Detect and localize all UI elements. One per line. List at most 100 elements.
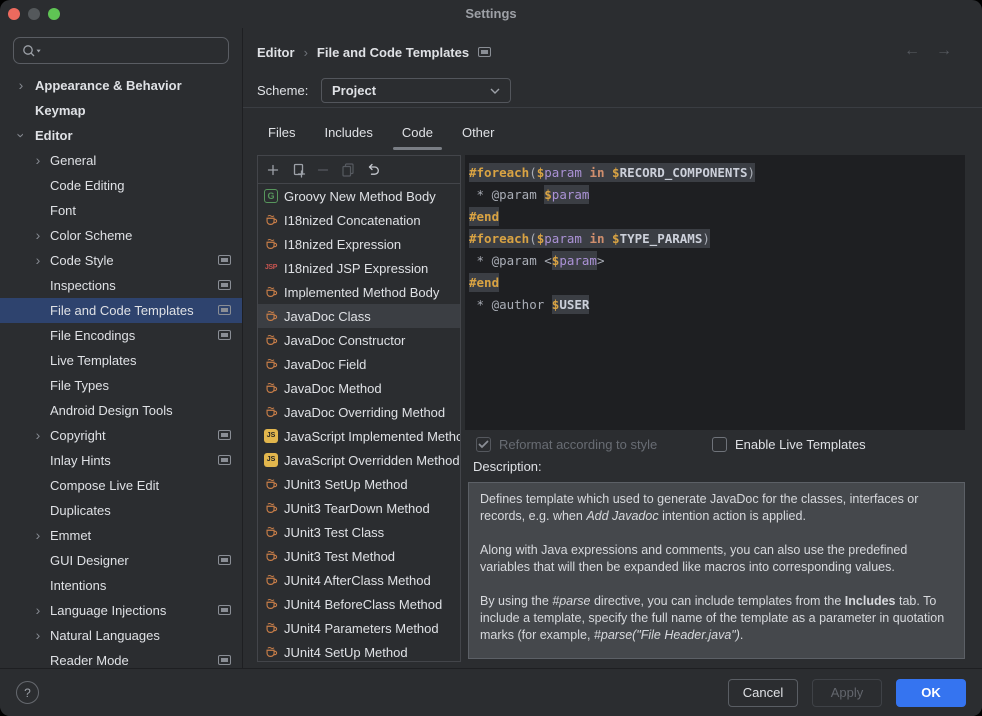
sidebar-item-duplicates[interactable]: Duplicates: [0, 498, 242, 523]
ok-button[interactable]: OK: [896, 679, 966, 707]
chevron-collapsed-icon[interactable]: ›: [31, 423, 45, 448]
sidebar-item-label: Inlay Hints: [50, 448, 111, 473]
template-item-junit4-setup-method[interactable]: JUnit4 SetUp Method: [258, 640, 460, 662]
template-item-junit4-afterclass-method[interactable]: JUnit4 AfterClass Method: [258, 568, 460, 592]
search-icon: [21, 43, 42, 59]
sidebar-item-label: Language Injections: [50, 598, 166, 623]
template-item-label: Implemented Method Body: [284, 285, 439, 300]
help-button[interactable]: ?: [16, 681, 39, 704]
template-item-groovy-new-method-body[interactable]: GGroovy New Method Body: [258, 184, 460, 208]
sidebar-item-file-and-code-templates[interactable]: File and Code Templates: [0, 298, 242, 323]
breadcrumb-editor[interactable]: Editor: [257, 45, 295, 60]
template-item-javascript-overridden-method[interactable]: JSJavaScript Overridden Method: [258, 448, 460, 472]
cancel-button[interactable]: Cancel: [728, 679, 798, 707]
screen-icon: [218, 305, 231, 315]
sidebar-item-file-types[interactable]: File Types: [0, 373, 242, 398]
live-templates-option: Enable Live Templates: [712, 437, 866, 452]
tab-files[interactable]: Files: [268, 114, 295, 152]
sidebar-item-copyright[interactable]: ›Copyright: [0, 423, 242, 448]
sidebar-item-code-style[interactable]: ›Code Style: [0, 248, 242, 273]
sidebar-item-natural-languages[interactable]: ›Natural Languages: [0, 623, 242, 648]
template-item-junit3-test-method[interactable]: JUnit3 Test Method: [258, 544, 460, 568]
sidebar-item-appearance-behavior[interactable]: ›Appearance & Behavior: [0, 73, 242, 98]
template-list-panel: GGroovy New Method Body I18nized Concaten…: [257, 155, 461, 662]
tab-other[interactable]: Other: [462, 114, 495, 152]
sidebar-item-file-encodings[interactable]: File Encodings: [0, 323, 242, 348]
back-arrow-icon[interactable]: ←: [904, 42, 920, 60]
template-item-javadoc-field[interactable]: JavaDoc Field: [258, 352, 460, 376]
sidebar-item-label: Font: [50, 198, 76, 223]
sidebar-item-inlay-hints[interactable]: Inlay Hints: [0, 448, 242, 473]
template-item-label: I18nized Concatenation: [284, 213, 421, 228]
sidebar-item-emmet[interactable]: ›Emmet: [0, 523, 242, 548]
sidebar-item-inspections[interactable]: Inspections: [0, 273, 242, 298]
live-templates-checkbox[interactable]: [712, 437, 727, 452]
chevron-collapsed-icon[interactable]: ›: [31, 148, 45, 173]
sidebar-item-keymap[interactable]: Keymap: [0, 98, 242, 123]
template-item-javascript-implemented-method[interactable]: JSJavaScript Implemented Method: [258, 424, 460, 448]
javascript-icon: JS: [264, 453, 278, 467]
sidebar-item-compose-live-edit[interactable]: Compose Live Edit: [0, 473, 242, 498]
javascript-icon: JS: [264, 429, 278, 443]
template-item-javadoc-method[interactable]: JavaDoc Method: [258, 376, 460, 400]
tab-includes[interactable]: Includes: [324, 114, 372, 152]
scheme-dropdown[interactable]: Project: [321, 78, 511, 103]
template-editor[interactable]: #foreach($param in $RECORD_COMPONENTS) *…: [465, 155, 965, 430]
java-class-icon: [264, 309, 278, 323]
screen-icon: [218, 555, 231, 565]
sidebar-item-editor[interactable]: ›Editor: [0, 123, 242, 148]
sidebar-item-gui-designer[interactable]: GUI Designer: [0, 548, 242, 573]
template-item-junit4-parameters-method[interactable]: JUnit4 Parameters Method: [258, 616, 460, 640]
code-line: #end: [469, 205, 965, 227]
copy-template-button: [340, 162, 356, 178]
java-class-icon: [264, 525, 278, 539]
template-item-i18nized-jsp-expression[interactable]: JSPI18nized JSP Expression: [258, 256, 460, 280]
reset-template-button[interactable]: [365, 162, 381, 178]
tab-code[interactable]: Code: [402, 114, 433, 152]
template-item-junit3-setup-method[interactable]: JUnit3 SetUp Method: [258, 472, 460, 496]
template-item-label: JavaDoc Class: [284, 309, 371, 324]
screen-icon: [478, 47, 491, 57]
template-item-junit4-beforeclass-method[interactable]: JUnit4 BeforeClass Method: [258, 592, 460, 616]
sidebar-item-general[interactable]: ›General: [0, 148, 242, 173]
chevron-collapsed-icon[interactable]: ›: [14, 73, 28, 98]
reformat-label: Reformat according to style: [499, 437, 657, 452]
template-item-junit3-test-class[interactable]: JUnit3 Test Class: [258, 520, 460, 544]
add-template-button[interactable]: [265, 162, 281, 178]
chevron-collapsed-icon[interactable]: ›: [31, 598, 45, 623]
template-item-i18nized-expression[interactable]: I18nized Expression: [258, 232, 460, 256]
sidebar-item-reader-mode[interactable]: Reader Mode: [0, 648, 242, 668]
description-label: Description:: [473, 459, 542, 474]
sidebar-item-label: File Encodings: [50, 323, 135, 348]
chevron-collapsed-icon[interactable]: ›: [31, 623, 45, 648]
template-item-javadoc-class[interactable]: JavaDoc Class: [258, 304, 460, 328]
template-item-i18nized-concatenation[interactable]: I18nized Concatenation: [258, 208, 460, 232]
template-item-implemented-method-body[interactable]: Implemented Method Body: [258, 280, 460, 304]
template-item-junit3-teardown-method[interactable]: JUnit3 TearDown Method: [258, 496, 460, 520]
screen-icon: [218, 655, 231, 665]
sidebar-item-code-editing[interactable]: Code Editing: [0, 173, 242, 198]
chevron-collapsed-icon[interactable]: ›: [31, 223, 45, 248]
forward-arrow-icon[interactable]: →: [936, 42, 952, 60]
java-class-icon: [264, 597, 278, 611]
sidebar-item-live-templates[interactable]: Live Templates: [0, 348, 242, 373]
sidebar-item-intentions[interactable]: Intentions: [0, 573, 242, 598]
template-item-label: JUnit4 AfterClass Method: [284, 573, 431, 588]
sidebar-item-color-scheme[interactable]: ›Color Scheme: [0, 223, 242, 248]
sidebar-item-label: Natural Languages: [50, 623, 160, 648]
sidebar-item-android-design-tools[interactable]: Android Design Tools: [0, 398, 242, 423]
template-item-javadoc-overriding-method[interactable]: JavaDoc Overriding Method: [258, 400, 460, 424]
sidebar-item-label: Copyright: [50, 423, 106, 448]
template-item-label: JavaDoc Field: [284, 357, 366, 372]
sidebar-item-language-injections[interactable]: ›Language Injections: [0, 598, 242, 623]
chevron-collapsed-icon[interactable]: ›: [31, 248, 45, 273]
chevron-collapsed-icon[interactable]: ›: [31, 523, 45, 548]
code-line: #foreach($param in $TYPE_PARAMS): [469, 227, 965, 249]
create-child-template-button[interactable]: [290, 162, 306, 178]
template-item-label: JUnit3 TearDown Method: [284, 501, 430, 516]
java-class-icon: [264, 357, 278, 371]
template-item-javadoc-constructor[interactable]: JavaDoc Constructor: [258, 328, 460, 352]
chevron-expanded-icon[interactable]: ›: [9, 129, 34, 143]
sidebar-item-font[interactable]: Font: [0, 198, 242, 223]
settings-search-input[interactable]: [13, 37, 229, 64]
